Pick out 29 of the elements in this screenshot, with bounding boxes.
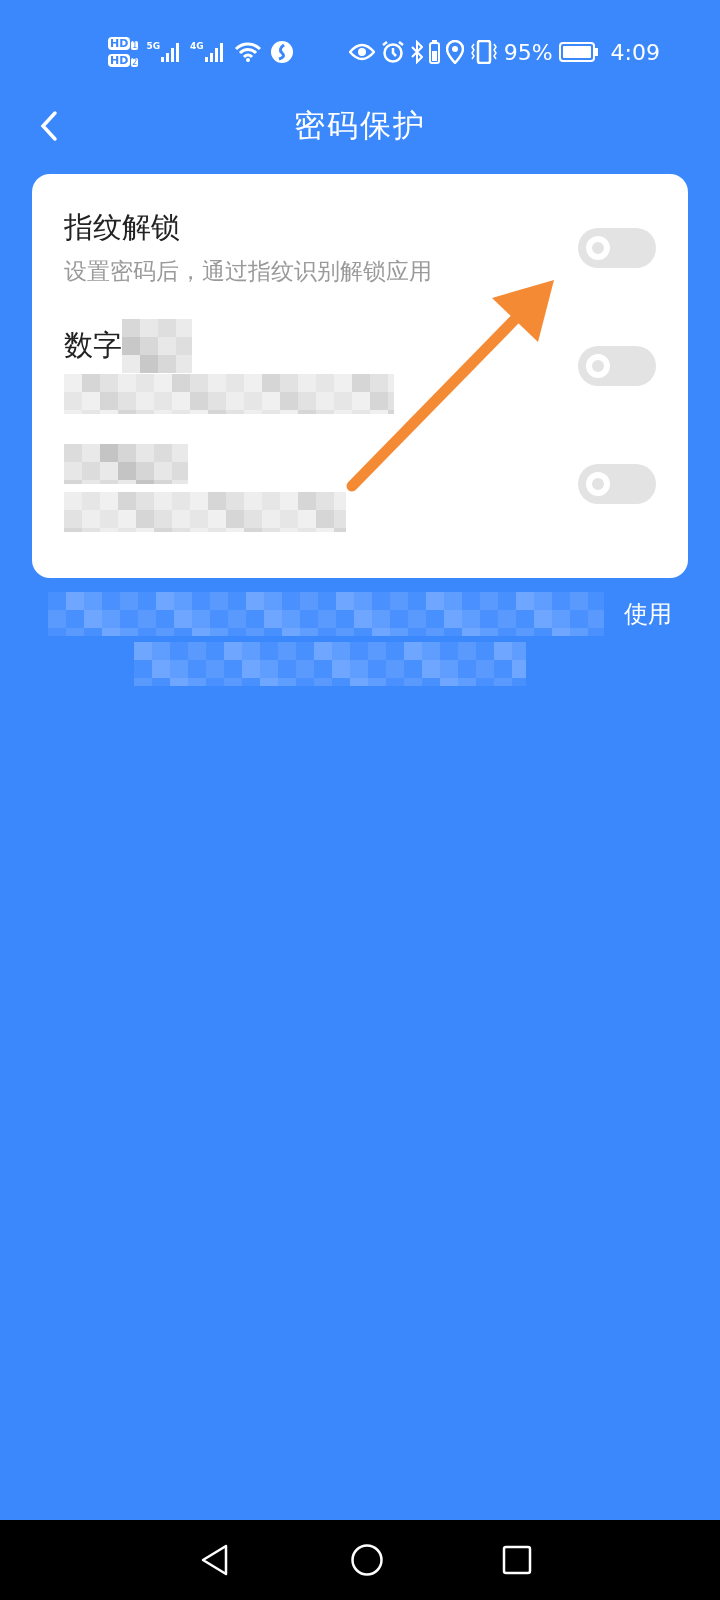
back-icon bbox=[38, 110, 60, 142]
wifi-icon bbox=[233, 41, 262, 63]
toggle-switch[interactable] bbox=[578, 346, 656, 386]
setting-title: 数字 bbox=[64, 327, 122, 364]
bluetooth-icon bbox=[410, 40, 423, 64]
home-nav-button[interactable] bbox=[350, 1543, 384, 1577]
network-type: 5G bbox=[146, 41, 161, 51]
battery-charging-small-icon bbox=[428, 40, 440, 64]
battery-percentage: 95% bbox=[503, 39, 553, 65]
signal-icon bbox=[203, 41, 226, 63]
recents-nav-button[interactable] bbox=[502, 1545, 532, 1575]
sim-slot-number: 1 bbox=[131, 41, 139, 50]
app-circle-icon bbox=[269, 40, 294, 64]
hd-badge: HD bbox=[108, 54, 131, 67]
toggle-switch[interactable] bbox=[578, 228, 656, 268]
location-icon bbox=[445, 40, 464, 64]
page-title: 密码保护 bbox=[294, 106, 426, 145]
note-text: 使用 bbox=[624, 599, 672, 630]
clock-time: 4:09 bbox=[610, 39, 660, 65]
network-type: 4G bbox=[190, 41, 204, 51]
setting-description: 设置密码后，通过指纹识别解锁应用 bbox=[64, 257, 432, 286]
alarm-icon bbox=[380, 40, 405, 64]
setting-title: 指纹解锁 bbox=[64, 209, 180, 246]
vibrate-icon bbox=[469, 40, 498, 64]
battery-icon bbox=[558, 42, 599, 62]
eye-icon bbox=[348, 43, 375, 61]
hd-badge: HD bbox=[108, 37, 131, 50]
toggle-switch[interactable] bbox=[578, 464, 656, 504]
sim-slot-number: 2 bbox=[131, 58, 139, 67]
